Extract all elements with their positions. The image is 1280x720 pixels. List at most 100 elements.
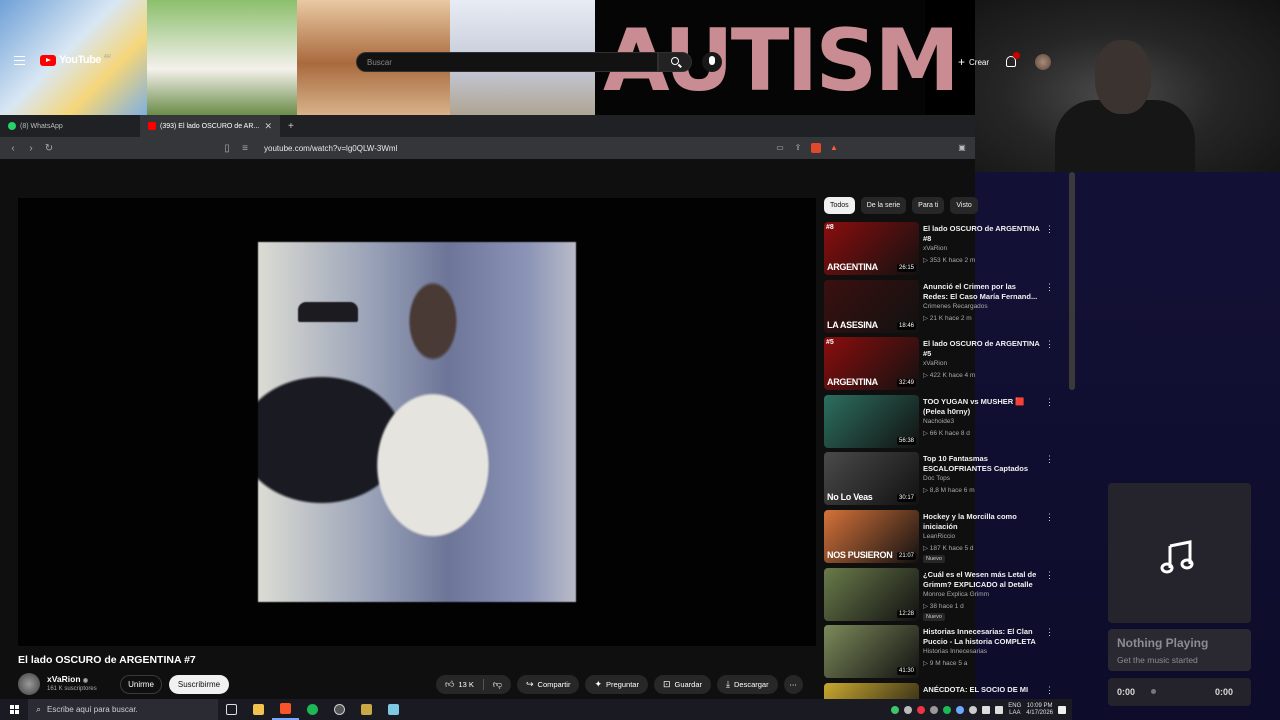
more-options-icon[interactable]: ⋮ — [1045, 454, 1054, 465]
recommendation-item[interactable]: 12:28 ¿Cuál es el Wesen más Letal de Grim… — [824, 567, 1064, 626]
url-field[interactable]: youtube.com/watch?v=lg0QLW-3Wml — [258, 144, 767, 153]
close-tab-icon[interactable]: ✕ — [264, 121, 272, 132]
more-options-icon[interactable]: ⋮ — [1045, 627, 1054, 638]
recommendation-title[interactable]: El lado OSCURO de ARGENTINA #8 — [923, 224, 1041, 244]
back-icon[interactable]: ‹ — [8, 143, 18, 154]
file-explorer-icon[interactable] — [245, 699, 272, 720]
youtube-logo[interactable]: YouTube AR — [40, 54, 111, 66]
tab-whatsapp[interactable]: (8) WhatsApp — [0, 115, 140, 137]
video-thumbnail[interactable]: #8 ARGENTINA 26:15 — [824, 222, 919, 275]
recommendation-item[interactable]: LA ASESINA 18:46 Anunció el Crimen por las… — [824, 279, 1064, 338]
network-icon[interactable] — [982, 705, 991, 714]
video-thumbnail[interactable]: NOS PUSIERON 21:07 — [824, 509, 919, 563]
recommendation-item[interactable]: 56:38 TOO YUGAN vs MUSHER 🟥 (Pelea h0rny)… — [824, 394, 1064, 453]
recommendation-channel[interactable]: Monroe Explica Grimm — [923, 591, 989, 598]
recommendation-item[interactable]: NOS PUSIERON 21:07 Hockey y la Morcilla co… — [824, 509, 1064, 568]
share-icon[interactable]: ⇪ — [793, 143, 803, 153]
recommendation-item[interactable]: 41:30 Historias Innecesarias: El Clan Puc… — [824, 625, 1064, 683]
sidebar-toggle-icon[interactable]: ▣ — [957, 143, 967, 153]
tray-app-icon[interactable] — [904, 705, 913, 714]
site-info-icon[interactable]: ≡ — [240, 143, 250, 154]
tray-app-icon[interactable] — [943, 705, 952, 714]
download-button[interactable]: ⤓ Descargar — [717, 675, 778, 694]
chip-visto[interactable]: Visto — [950, 197, 978, 214]
video-thumbnail[interactable]: No Lo Veas 30:17 — [824, 452, 919, 506]
tray-app-icon[interactable] — [930, 705, 939, 714]
channel-avatar[interactable] — [18, 673, 40, 695]
subscribe-button[interactable]: Suscribirme — [169, 675, 229, 694]
more-options-icon[interactable]: ⋮ — [1045, 512, 1054, 523]
video-thumbnail[interactable]: 41:30 — [824, 625, 919, 679]
account-avatar[interactable] — [1035, 54, 1051, 70]
recommendation-channel[interactable]: Nachoide3 — [923, 418, 954, 425]
video-thumbnail[interactable]: 56:38 — [824, 394, 919, 448]
recommendation-item[interactable]: #5 ARGENTINA 32:49 El lado OSCURO de ARGENT… — [824, 337, 1064, 395]
language-indicator[interactable]: ENG LAA — [1008, 703, 1021, 717]
share-button[interactable]: ↪ Compartir — [516, 675, 580, 694]
forward-icon[interactable]: › — [26, 143, 36, 154]
notification-center-icon[interactable] — [1058, 705, 1066, 714]
recommendation-title[interactable]: ANÉCDOTA: EL SOCIO DE MI — [923, 685, 1041, 695]
volume-icon[interactable] — [995, 705, 1004, 714]
recommendation-title[interactable]: ¿Cuál es el Wesen más Letal de Grimm? EX… — [923, 570, 1041, 590]
screenshot-icon[interactable]: ▭ — [775, 143, 785, 153]
reload-icon[interactable]: ↻ — [44, 143, 54, 154]
recommendation-title[interactable]: Hockey y la Morcilla como iniciación — [923, 512, 1041, 532]
hamburger-menu-icon[interactable] — [14, 56, 25, 65]
recommendation-item[interactable]: #8 ARGENTINA 26:15 El lado OSCURO de ARGENT… — [824, 222, 1064, 280]
video-thumbnail[interactable]: #5 ARGENTINA 32:49 — [824, 337, 919, 391]
video-frame[interactable] — [258, 242, 576, 602]
join-button[interactable]: Unirme — [120, 675, 162, 694]
dislike-button[interactable]: 👎︎ — [484, 675, 511, 694]
recommendation-channel[interactable]: xVaRion — [923, 245, 947, 252]
recommendation-item[interactable]: No Lo Veas 30:17 Top 10 Fantasmas ESCALOFR… — [824, 452, 1064, 510]
recommendation-title[interactable]: Historias Innecesarias: El Clan Puccio -… — [923, 627, 1041, 647]
more-options-icon[interactable]: ⋮ — [1045, 339, 1054, 350]
tray-app-icon[interactable] — [956, 705, 965, 714]
ask-button[interactable]: ✦ Preguntar — [585, 675, 648, 694]
bookmark-icon[interactable]: ▯ — [222, 143, 232, 154]
chip-de-la-serie[interactable]: De la serie — [860, 197, 907, 214]
more-options-icon[interactable]: ⋮ — [1045, 282, 1054, 293]
new-tab-button[interactable]: + — [280, 121, 302, 132]
start-button[interactable] — [0, 699, 28, 720]
more-actions-button[interactable]: ⋯ — [783, 675, 803, 694]
search-button[interactable] — [658, 52, 692, 72]
more-options-icon[interactable]: ⋮ — [1045, 570, 1054, 581]
taskbar-search[interactable]: ⌕ Escribe aquí para buscar. — [28, 699, 218, 720]
tab-youtube[interactable]: (393) El lado OSCURO de AR... ✕ — [140, 115, 280, 137]
music-progress-handle[interactable] — [1151, 689, 1156, 694]
voice-search-icon[interactable] — [702, 52, 722, 72]
more-options-icon[interactable]: ⋮ — [1045, 397, 1054, 408]
recommendation-title[interactable]: Anunció el Crimen por las Redes: El Caso… — [923, 282, 1041, 302]
app-icon[interactable] — [353, 699, 380, 720]
obs-icon[interactable] — [326, 699, 353, 720]
tray-app-icon[interactable] — [917, 705, 926, 714]
video-thumbnail[interactable]: LA ASESINA 18:46 — [824, 279, 919, 333]
chip-para-ti[interactable]: Para ti — [912, 197, 945, 214]
search-input[interactable]: Buscar — [356, 52, 658, 72]
brave-shield-icon[interactable] — [811, 143, 821, 153]
recommendation-channel[interactable]: Crimenes Recargados — [923, 303, 988, 310]
recommendation-title[interactable]: Top 10 Fantasmas ESCALOFRIANTES Captados… — [923, 454, 1041, 474]
recommendation-title[interactable]: El lado OSCURO de ARGENTINA #5 — [923, 339, 1041, 359]
notepad-icon[interactable] — [380, 699, 407, 720]
brave-browser-icon[interactable] — [272, 699, 299, 720]
tray-app-icon[interactable] — [891, 705, 900, 714]
like-button[interactable]: 👍︎ 13 K — [436, 675, 483, 694]
recommendation-channel[interactable]: xVaRion — [923, 360, 947, 367]
recommendation-channel[interactable]: Doc Tops — [923, 475, 950, 482]
channel-name[interactable]: xVaRion ◉ — [47, 674, 88, 684]
spotify-icon[interactable] — [299, 699, 326, 720]
recommendation-channel[interactable]: LeanRiccio — [923, 533, 955, 540]
recommendation-channel[interactable]: Historias Innecesarias — [923, 648, 987, 655]
clock[interactable]: 10:09 PM 4/17/2026 — [1026, 703, 1053, 717]
create-button[interactable]: + Crear — [950, 53, 997, 71]
more-options-icon[interactable]: ⋮ — [1045, 224, 1054, 235]
page-scrollbar[interactable] — [1069, 172, 1075, 390]
more-options-icon[interactable]: ⋮ — [1045, 685, 1054, 696]
save-button[interactable]: ⊡ Guardar — [653, 675, 712, 694]
recommendation-title[interactable]: TOO YUGAN vs MUSHER 🟥 (Pelea h0rny) — [923, 397, 1041, 417]
chip-todos[interactable]: Todos — [824, 197, 855, 214]
tray-app-icon[interactable] — [969, 705, 978, 714]
